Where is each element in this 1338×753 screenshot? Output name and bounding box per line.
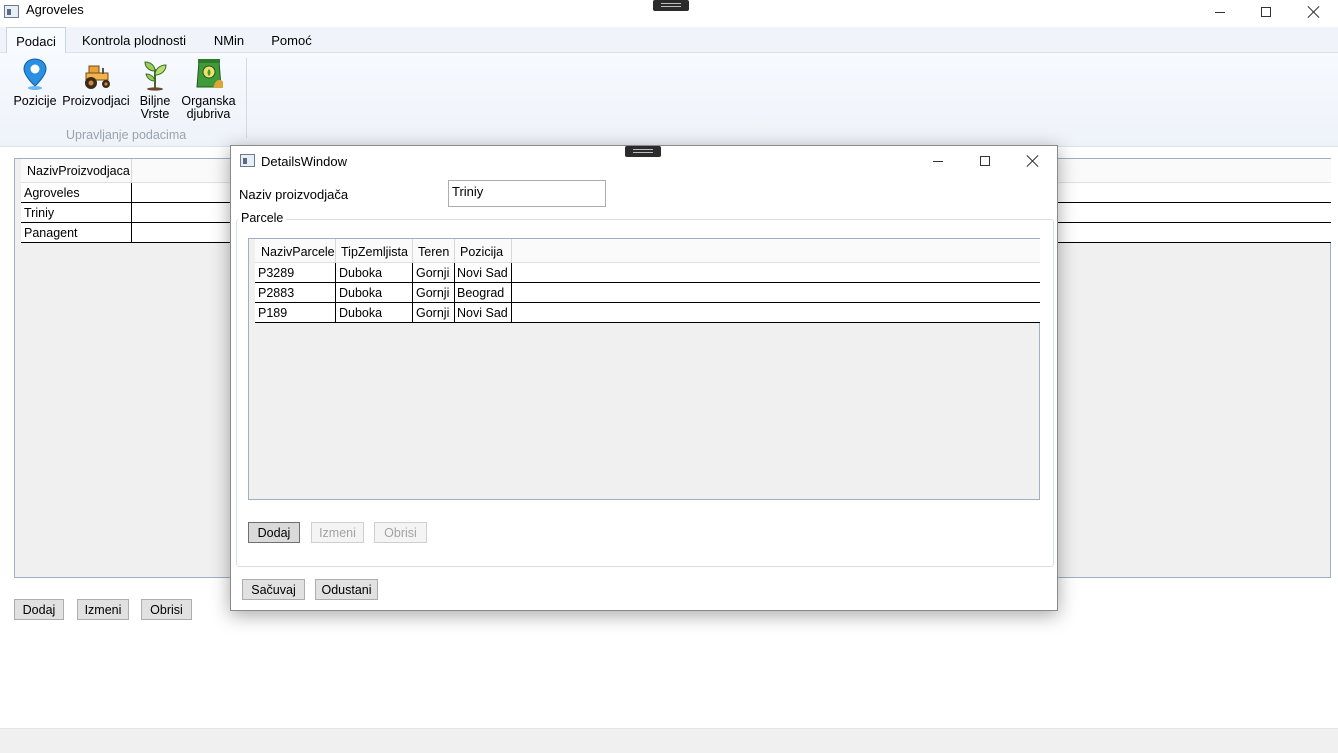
naziv-proizvodjaca-label: Naziv proizvodjača [239, 187, 349, 202]
status-bar [0, 728, 1338, 753]
dialog-close-button[interactable] [1010, 149, 1056, 173]
table-row[interactable]: P3289 Duboka Gornji Novi Sad [255, 263, 1040, 283]
grid-header: NazivParcele TipZemljista Teren Pozicija [255, 239, 1040, 263]
dialog-maximize-button[interactable] [962, 149, 1008, 173]
fertilizer-bag-icon [193, 57, 225, 91]
proizvodjaci-label: Proizvodjaci [62, 94, 130, 108]
parcels-grid[interactable]: NazivParcele TipZemljista Teren Pozicija… [248, 238, 1040, 500]
cell-divider [335, 303, 336, 323]
parcel-add-button[interactable]: Dodaj [248, 522, 300, 543]
tab-kontrola-plodnosti[interactable]: Kontrola plodnosti [74, 27, 194, 53]
biljne-vrste-label-line1: Biljne [139, 94, 171, 108]
table-cell[interactable]: P3289 [258, 266, 294, 280]
column-header-teren[interactable]: Teren [418, 245, 449, 259]
biljne-vrste-label-line2: Vrste [140, 107, 170, 121]
app-icon [4, 5, 19, 18]
cell-divider [454, 263, 455, 283]
parcel-delete-button[interactable]: Obrisi [374, 522, 427, 543]
window-title: Agroveles [26, 2, 84, 17]
map-pin-icon [19, 57, 51, 91]
pozicije-label: Pozicije [13, 94, 57, 108]
tab-nmin[interactable]: NMin [205, 27, 253, 53]
cell-divider [335, 283, 336, 303]
plant-icon [139, 57, 171, 91]
details-dialog: DetailsWindow Naziv proizvodjača Triniy … [230, 145, 1058, 611]
table-cell[interactable]: Duboka [339, 286, 382, 300]
table-cell[interactable]: Beograd [457, 286, 504, 300]
table-row[interactable]: P2883 Duboka Gornji Beograd [255, 283, 1040, 303]
ribbon-tabstrip: Podaci Kontrola plodnosti NMin Pomoć [0, 27, 1338, 54]
parcele-group-label: Parcele [238, 211, 287, 225]
table-cell[interactable]: Gornji [416, 306, 449, 320]
naziv-proizvodjaca-input[interactable]: Triniy [448, 180, 606, 207]
column-header-naziv-parcele[interactable]: NazivParcele [261, 245, 335, 259]
column-divider[interactable] [511, 239, 512, 263]
dialog-titlebar[interactable]: DetailsWindow [231, 146, 1057, 176]
cell-divider [511, 283, 512, 303]
cell-divider [454, 283, 455, 303]
table-cell[interactable]: Novi Sad [457, 306, 508, 320]
save-button[interactable]: Sačuvaj [242, 579, 305, 600]
delete-button[interactable]: Obrisi [141, 599, 192, 620]
cell-divider [511, 303, 512, 323]
cancel-button[interactable]: Odustani [315, 579, 378, 600]
cell-divider [335, 263, 336, 283]
minimize-icon [1215, 11, 1225, 13]
column-header-naziv-proizvodjaca[interactable]: NazivProizvodjaca [27, 164, 130, 178]
column-divider[interactable] [335, 239, 336, 263]
minimize-button[interactable] [1197, 0, 1243, 24]
maximize-icon [1261, 7, 1271, 17]
add-button[interactable]: Dodaj [14, 599, 64, 620]
tab-pomoc[interactable]: Pomoć [264, 27, 319, 53]
ribbon-group-label: Upravljanje podacima [66, 128, 187, 142]
tractor-icon [80, 57, 112, 91]
parcel-edit-button[interactable]: Izmeni [311, 522, 364, 543]
dialog-drag-grip-icon[interactable] [625, 146, 661, 157]
table-cell[interactable]: Triniy [21, 203, 132, 223]
pozicije-button[interactable]: Pozicije [12, 57, 58, 108]
close-button[interactable] [1291, 0, 1337, 24]
table-cell[interactable]: Gornji [416, 286, 449, 300]
column-divider[interactable] [454, 239, 455, 263]
maximize-icon [980, 156, 990, 166]
table-cell[interactable]: Panagent [21, 223, 132, 243]
dialog-app-icon [240, 154, 255, 167]
organska-djubriva-button[interactable]: Organska djubriva [180, 57, 237, 121]
cell-divider [412, 263, 413, 283]
table-cell[interactable]: Novi Sad [457, 266, 508, 280]
table-cell[interactable]: P2883 [258, 286, 294, 300]
biljne-vrste-button[interactable]: Biljne Vrste [135, 57, 175, 121]
main-titlebar: Agroveles [0, 0, 1338, 27]
organska-djubriva-label-line2: djubriva [186, 107, 231, 121]
ribbon-panel: Pozicije Proizvodjaci Biljne Vrste Organ… [0, 53, 1338, 147]
cell-divider [454, 303, 455, 323]
edit-button[interactable]: Izmeni [77, 599, 129, 620]
dialog-minimize-button[interactable] [915, 149, 961, 173]
table-cell[interactable]: Duboka [339, 266, 382, 280]
table-cell[interactable]: Agroveles [21, 183, 132, 203]
proizvodjaci-button[interactable]: Proizvodjaci [61, 57, 131, 108]
drag-grip-icon[interactable] [653, 0, 689, 11]
table-row[interactable]: P189 Duboka Gornji Novi Sad [255, 303, 1040, 323]
cell-divider [412, 283, 413, 303]
column-header-pozicija[interactable]: Pozicija [460, 245, 503, 259]
table-cell[interactable]: Gornji [416, 266, 449, 280]
table-cell[interactable]: Duboka [339, 306, 382, 320]
cell-divider [412, 303, 413, 323]
dialog-title: DetailsWindow [261, 154, 347, 169]
column-header-tip-zemljista[interactable]: TipZemljista [341, 245, 408, 259]
cell-divider [511, 263, 512, 283]
column-divider[interactable] [412, 239, 413, 263]
table-cell[interactable]: P189 [258, 306, 287, 320]
tab-podaci[interactable]: Podaci [6, 27, 66, 54]
ribbon-group-separator [246, 58, 247, 138]
minimize-icon [933, 160, 943, 162]
maximize-button[interactable] [1243, 0, 1289, 24]
close-icon [1027, 155, 1039, 167]
column-divider[interactable] [131, 159, 132, 183]
organska-djubriva-label-line1: Organska [181, 94, 236, 108]
close-icon [1308, 6, 1320, 18]
